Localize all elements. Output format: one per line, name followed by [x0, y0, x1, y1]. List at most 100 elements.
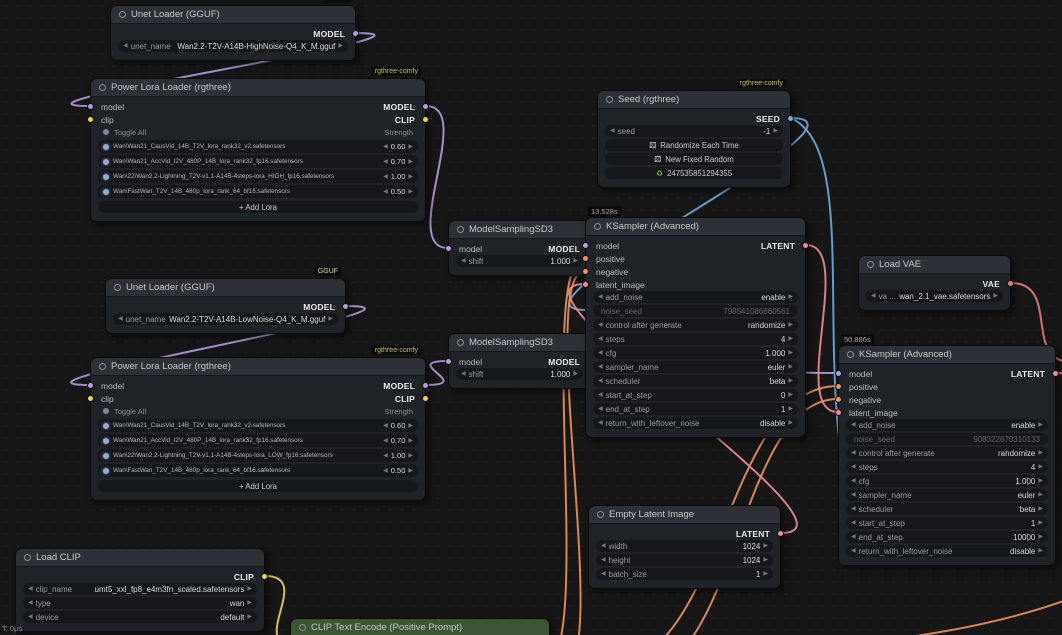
increment-arrow-icon[interactable]: ▶ [1038, 475, 1043, 487]
decrement-arrow-icon[interactable]: ◀ [383, 141, 388, 153]
decrement-arrow-icon[interactable]: ◀ [118, 313, 123, 325]
increment-arrow-icon[interactable]: ▶ [788, 333, 793, 345]
lora-row[interactable]: Wan\FastWan_T2V_14B_480p_lora_rank_64_bf… [98, 464, 418, 477]
node-model-sampling-sd3-low[interactable]: ModelSamplingSD3 model MODEL ◀ shift 1.000 ▶ [445, 333, 594, 389]
widget-va[interactable]: ◀ va ... wan_2.1_vae.safetensors ▶ [866, 290, 1003, 302]
decrement-arrow-icon[interactable]: ◀ [851, 419, 856, 431]
lora-enabled-toggle[interactable] [103, 143, 109, 150]
decrement-arrow-icon[interactable]: ◀ [123, 40, 128, 52]
collapse-icon[interactable] [594, 223, 601, 230]
widget-add-noise[interactable]: ◀ add_noise enable ▶ [593, 291, 798, 303]
new-fixed-random-button[interactable]: ⚄ New Fixed Random [605, 153, 783, 165]
widget-steps[interactable]: ◀ steps 4 ▶ [593, 333, 798, 345]
increment-arrow-icon[interactable]: ▶ [1038, 447, 1043, 459]
decrement-arrow-icon[interactable]: ◀ [598, 291, 603, 303]
widget-shift[interactable]: ◀ shift 1.000 ▶ [456, 255, 583, 267]
decrement-arrow-icon[interactable]: ◀ [598, 389, 603, 401]
decrement-arrow-icon[interactable]: ◀ [383, 171, 388, 183]
increment-arrow-icon[interactable]: ▶ [1038, 545, 1043, 557]
decrement-arrow-icon[interactable]: ◀ [598, 347, 603, 359]
decrement-arrow-icon[interactable]: ◀ [851, 503, 856, 515]
add-lora-button[interactable]: + Add Lora [98, 201, 418, 213]
widget-clip-name[interactable]: ◀ clip_name umt5_xxl_fp8_e4m3fn_scaled.saf… [23, 583, 257, 595]
collapse-icon[interactable] [597, 511, 604, 518]
decrement-arrow-icon[interactable]: ◀ [851, 475, 856, 487]
latent-output-port[interactable] [1052, 370, 1059, 377]
positive-input-port[interactable] [582, 255, 589, 262]
increment-arrow-icon[interactable]: ▶ [1038, 517, 1043, 529]
model-output-port[interactable] [352, 30, 359, 37]
decrement-arrow-icon[interactable]: ◀ [383, 156, 388, 168]
increment-arrow-icon[interactable]: ▶ [788, 319, 793, 331]
lora-row[interactable]: Wan\Wan21_CausVid_14B_T2V_lora_rank32_v2… [98, 140, 418, 153]
collapse-icon[interactable] [99, 363, 106, 370]
increment-arrow-icon[interactable]: ▶ [328, 313, 333, 325]
decrement-arrow-icon[interactable]: ◀ [383, 465, 388, 477]
latent_image-input-port[interactable] [835, 409, 842, 416]
increment-arrow-icon[interactable]: ▶ [408, 156, 413, 168]
node-header[interactable]: Empty Latent Image [589, 506, 780, 524]
node-header[interactable]: KSampler (Advanced) [839, 346, 1055, 364]
collapse-icon[interactable] [99, 84, 106, 91]
widget-type[interactable]: ◀ type wan ▶ [23, 597, 257, 609]
collapse-icon[interactable] [847, 351, 854, 358]
widget-shift[interactable]: ◀ shift 1.000 ▶ [456, 368, 583, 380]
decrement-arrow-icon[interactable]: ◀ [598, 417, 603, 429]
add-lora-button[interactable]: + Add Lora [98, 480, 418, 492]
increment-arrow-icon[interactable]: ▶ [788, 417, 793, 429]
widget-start-at-step[interactable]: ◀ start_at_step 1 ▶ [846, 517, 1048, 529]
decrement-arrow-icon[interactable]: ◀ [28, 611, 33, 623]
toggle-all-icon[interactable] [103, 408, 109, 414]
node-load-clip[interactable]: Load CLIP CLIP ◀ clip_name umt5_xxl_fp8_e4m3… [15, 548, 268, 632]
model-input-port[interactable] [87, 382, 94, 389]
lora-row[interactable]: Wan\Wan21_CausVid_14B_T2V_lora_rank32_v2… [98, 419, 418, 432]
increment-arrow-icon[interactable]: ▶ [408, 171, 413, 183]
widget-return-with-leftover-noise[interactable]: ◀ return_with_leftover_noise disable ▶ [593, 417, 798, 429]
widget-control-after-generate[interactable]: ◀ control after generate randomize ▶ [593, 319, 798, 331]
vae-output-port[interactable] [1007, 280, 1014, 287]
node-load-vae[interactable]: Load VAE VAE ◀ va ... wan_2.1_vae.safetensor… [858, 255, 1014, 311]
widget-scheduler[interactable]: ◀ scheduler beta ▶ [846, 503, 1048, 515]
increment-arrow-icon[interactable]: ▶ [408, 465, 413, 477]
decrement-arrow-icon[interactable]: ◀ [383, 186, 388, 198]
increment-arrow-icon[interactable]: ▶ [408, 435, 413, 447]
model-input-port[interactable] [582, 242, 589, 249]
decrement-arrow-icon[interactable]: ◀ [383, 435, 388, 447]
increment-arrow-icon[interactable]: ▶ [788, 291, 793, 303]
node-header[interactable]: Unet Loader (GGUF) [106, 279, 345, 297]
increment-arrow-icon[interactable]: ▶ [1038, 461, 1043, 473]
collapse-icon[interactable] [867, 261, 874, 268]
latent-output-port[interactable] [802, 242, 809, 249]
decrement-arrow-icon[interactable]: ◀ [851, 517, 856, 529]
increment-arrow-icon[interactable]: ▶ [763, 568, 768, 580]
increment-arrow-icon[interactable]: ▶ [788, 347, 793, 359]
node-power-lora-loader-high[interactable]: rgthree-comfy Power Lora Loader (rgthree)… [87, 67, 429, 222]
increment-arrow-icon[interactable]: ▶ [763, 554, 768, 566]
node-header[interactable]: KSampler (Advanced) [586, 218, 805, 236]
widget-cfg[interactable]: ◀ cfg 1.000 ▶ [846, 475, 1048, 487]
decrement-arrow-icon[interactable]: ◀ [851, 461, 856, 473]
collapse-icon[interactable] [457, 339, 464, 346]
increment-arrow-icon[interactable]: ▶ [1038, 489, 1043, 501]
collapse-icon[interactable] [299, 624, 306, 631]
increment-arrow-icon[interactable]: ▶ [788, 389, 793, 401]
widget-unet-name[interactable]: ◀ unet_name Wan2.2-T2V-A14B-HighNoise-Q4_K… [118, 40, 348, 52]
decrement-arrow-icon[interactable]: ◀ [851, 447, 856, 459]
node-header[interactable]: ModelSamplingSD3 [449, 221, 590, 239]
increment-arrow-icon[interactable]: ▶ [993, 290, 998, 302]
lora-row[interactable]: Wan\Wan21_AccVid_I2V_480P_14B_lora_rank3… [98, 434, 418, 447]
decrement-arrow-icon[interactable]: ◀ [610, 125, 615, 137]
negative-input-port[interactable] [582, 268, 589, 275]
decrement-arrow-icon[interactable]: ◀ [461, 255, 466, 267]
lora-row[interactable]: Wan\FastWan_T2V_14B_480p_lora_rank_64_bf… [98, 185, 418, 198]
node-header[interactable]: Seed (rgthree) [598, 91, 790, 109]
model-output-port[interactable] [422, 103, 429, 110]
lora-enabled-toggle[interactable] [103, 422, 109, 429]
widget-height[interactable]: ◀ height 1024 ▶ [596, 554, 773, 566]
decrement-arrow-icon[interactable]: ◀ [851, 545, 856, 557]
node-header[interactable]: Load CLIP [16, 549, 264, 567]
negative-input-port[interactable] [835, 396, 842, 403]
toggle-all-icon[interactable] [103, 129, 109, 135]
widget-steps[interactable]: ◀ steps 4 ▶ [846, 461, 1048, 473]
lora-enabled-toggle[interactable] [103, 188, 109, 195]
